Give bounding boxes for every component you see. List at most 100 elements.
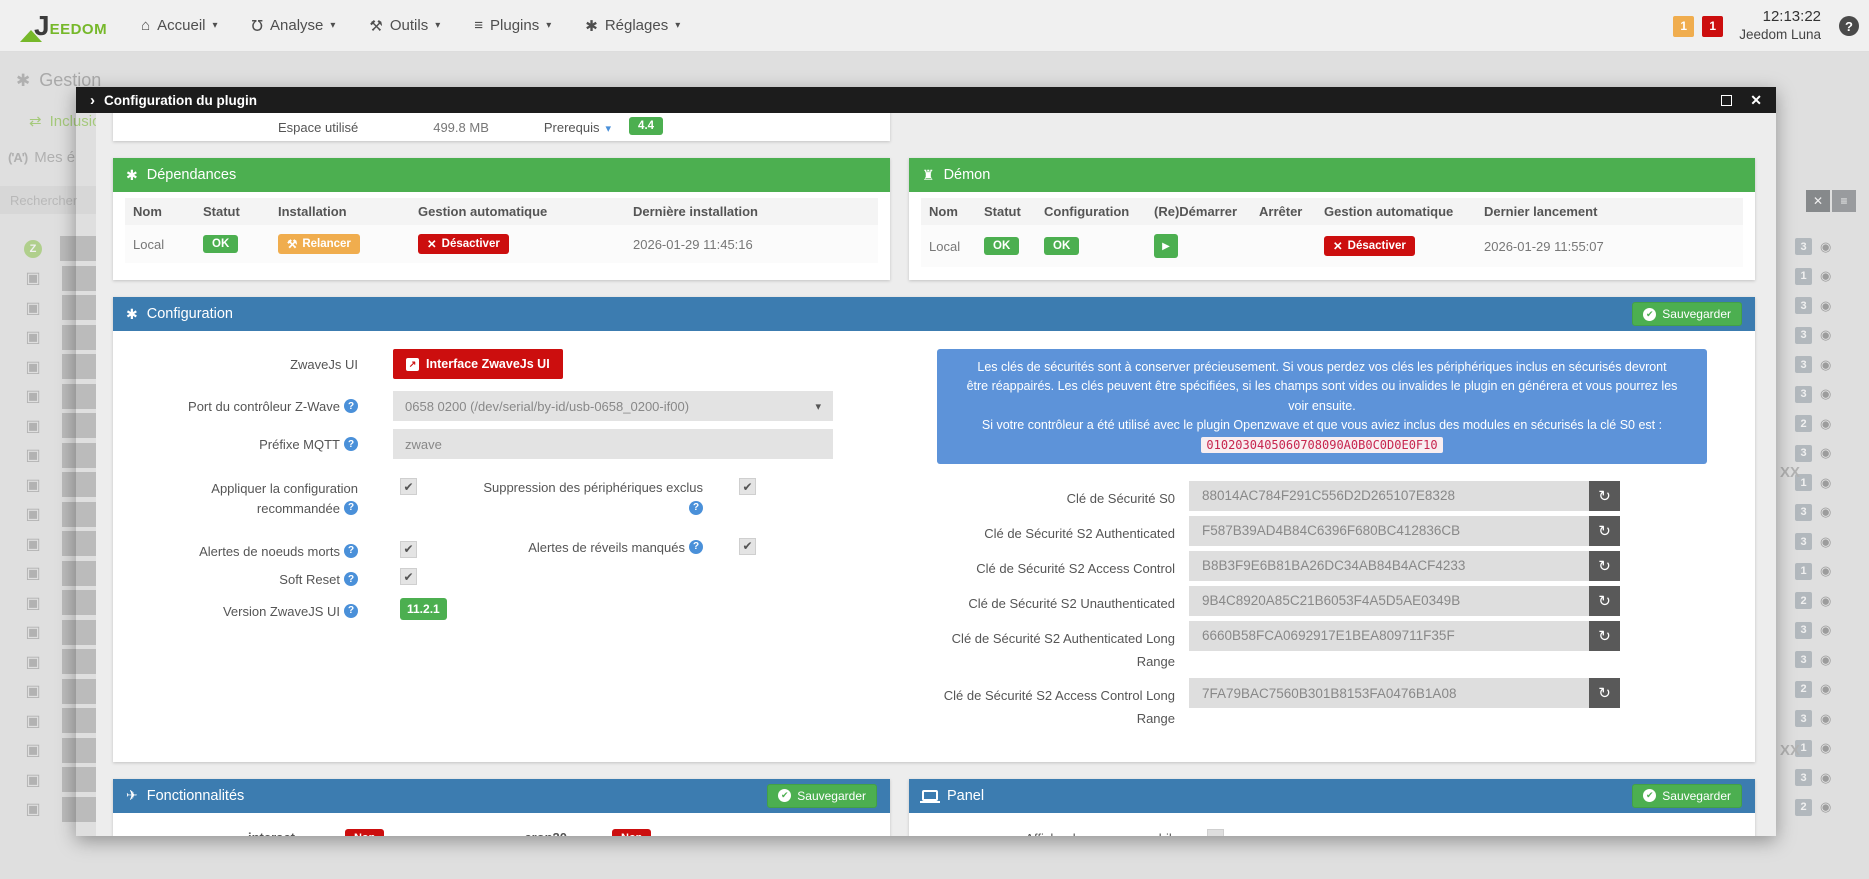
menu-label: Réglages bbox=[604, 17, 669, 34]
eye-icon[interactable]: ◉ bbox=[1820, 799, 1831, 815]
disable-button[interactable]: ✕ Désactiver bbox=[418, 234, 509, 254]
eye-icon[interactable]: ◉ bbox=[1820, 357, 1831, 373]
eye-icon[interactable]: ◉ bbox=[1820, 475, 1831, 491]
help-icon[interactable]: ? bbox=[344, 543, 358, 558]
eye-icon[interactable]: ◉ bbox=[1820, 534, 1831, 550]
mqtt-prefix-label: Préfixe MQTT? bbox=[113, 429, 358, 455]
help-icon[interactable]: ? bbox=[344, 437, 358, 451]
feature-toggle-badge[interactable]: Non bbox=[612, 828, 652, 836]
help-icon[interactable]: ? bbox=[344, 572, 358, 587]
device-icon: ▣ bbox=[25, 801, 41, 819]
help-icon[interactable]: ? bbox=[344, 399, 358, 413]
wrench-icon: ⚒ bbox=[369, 17, 383, 35]
jeedom-logo[interactable]: J EEDOM bbox=[12, 11, 107, 43]
count-badge: 3 bbox=[1795, 297, 1812, 315]
eye-icon[interactable]: ◉ bbox=[1820, 239, 1831, 255]
key-label: Clé de Sécurité S2 Access Control bbox=[976, 560, 1175, 576]
s2-unauthenticated-key-input[interactable]: 9B4C8920A85C21B6053F4A5D5AE0349B bbox=[1189, 585, 1589, 616]
eye-icon[interactable]: ◉ bbox=[1820, 504, 1831, 520]
regenerate-key-button[interactable]: ↻ bbox=[1589, 550, 1620, 581]
eye-icon[interactable]: ◉ bbox=[1820, 563, 1831, 579]
help-icon[interactable]: ? bbox=[689, 539, 703, 554]
mqtt-prefix-input[interactable]: zwave bbox=[393, 429, 833, 459]
regenerate-key-button[interactable]: ↻ bbox=[1589, 585, 1620, 616]
apply-config-checkbox[interactable]: ✔ bbox=[400, 478, 417, 495]
eye-icon[interactable]: ◉ bbox=[1820, 711, 1831, 727]
eye-icon[interactable]: ◉ bbox=[1820, 445, 1831, 461]
zwavejs-ui-label: ZwaveJs UI bbox=[290, 357, 358, 372]
relaunch-button[interactable]: ⚒ Relancer bbox=[278, 234, 360, 254]
close-icon[interactable]: ✕ bbox=[1806, 190, 1830, 212]
s2-auth-long-range-key-input[interactable]: 6660B58FCA0692917E1BEA809711F35F bbox=[1189, 620, 1589, 651]
hamburger-icon[interactable]: ≡ bbox=[1832, 190, 1856, 212]
eye-icon[interactable]: ◉ bbox=[1820, 386, 1831, 402]
menu-reglages[interactable]: ✱ Réglages ▾ bbox=[585, 17, 680, 35]
feature-toggle-badge[interactable]: Non bbox=[344, 828, 385, 836]
menu-label: Outils bbox=[389, 17, 429, 34]
device-icon: ▣ bbox=[25, 712, 41, 730]
node-xx-label: XX bbox=[1780, 464, 1801, 481]
eye-icon[interactable]: ◉ bbox=[1820, 268, 1831, 284]
mobile-panel-checkbox[interactable] bbox=[1207, 828, 1224, 836]
space-used-label: Espace utilisé bbox=[278, 120, 359, 135]
eye-icon[interactable]: ◉ bbox=[1820, 416, 1831, 432]
zwave-port-select[interactable]: 0658 0200 (/dev/serial/by-id/usb-0658_02… bbox=[393, 391, 833, 421]
eye-icon[interactable]: ◉ bbox=[1820, 681, 1831, 697]
dependencies-header: ✱ Dépendances bbox=[113, 158, 890, 192]
menu-label: Analyse bbox=[270, 17, 324, 34]
save-button[interactable]: ✔ Sauvegarder bbox=[1632, 302, 1742, 326]
eye-icon[interactable]: ◉ bbox=[1820, 593, 1831, 609]
warning-count-badge[interactable]: 1 bbox=[1673, 15, 1695, 37]
eye-icon[interactable]: ◉ bbox=[1820, 298, 1831, 314]
count-badge: 1 bbox=[1795, 267, 1812, 285]
error-count-badge[interactable]: 1 bbox=[1702, 15, 1724, 37]
eye-icon[interactable]: ◉ bbox=[1820, 327, 1831, 343]
soft-reset-checkbox[interactable]: ✔ bbox=[400, 568, 417, 586]
device-icon: ▣ bbox=[25, 388, 41, 406]
user-name: Jeedom Luna bbox=[1739, 26, 1821, 42]
key-label: Clé de Sécurité S2 Authenticated Long Ra… bbox=[951, 630, 1175, 669]
regenerate-key-button[interactable]: ↻ bbox=[1589, 480, 1620, 511]
start-daemon-button[interactable]: ▶ bbox=[1154, 234, 1178, 258]
equipments-label: Mes é bbox=[34, 149, 76, 166]
dead-nodes-label: Alertes de noeuds morts? bbox=[113, 536, 358, 562]
help-icon[interactable]: ? bbox=[344, 500, 358, 515]
bg-window-buttons: ✕ ≡ bbox=[1806, 190, 1856, 212]
menu-accueil[interactable]: ⌂ Accueil ▾ bbox=[141, 17, 217, 34]
missed-wakeups-checkbox[interactable]: ✔ bbox=[739, 537, 756, 555]
eye-icon[interactable]: ◉ bbox=[1820, 740, 1831, 756]
menu-plugins[interactable]: ≡ Plugins ▾ bbox=[474, 17, 551, 34]
save-button[interactable]: ✔ Sauvegarder bbox=[767, 783, 877, 808]
s2-ac-long-range-key-input[interactable]: 7FA79BAC7560B301B8153FA0476B1A08 bbox=[1189, 678, 1589, 709]
help-icon[interactable]: ? bbox=[689, 500, 703, 515]
s0-key-input[interactable]: 88014AC784F291C556D2D265107E8328 bbox=[1189, 480, 1589, 511]
gears-icon: ✱ bbox=[126, 305, 138, 322]
regenerate-key-button[interactable]: ↻ bbox=[1589, 515, 1620, 546]
menu-outils[interactable]: ⚒ Outils ▾ bbox=[369, 17, 440, 35]
disable-button[interactable]: ✕ Désactiver bbox=[1324, 236, 1415, 256]
help-icon[interactable]: ? bbox=[1839, 16, 1859, 36]
close-icon: ✕ bbox=[427, 239, 437, 251]
chevron-down-icon: ▾ bbox=[435, 20, 441, 31]
help-icon[interactable]: ? bbox=[344, 603, 358, 618]
cog-icon: ✱ bbox=[126, 166, 138, 183]
missed-wakeups-label: Alertes de réveils manqués? bbox=[445, 536, 703, 559]
s2-authenticated-key-input[interactable]: F587B39AD4B84C6396F680BC412836CB bbox=[1189, 515, 1589, 546]
device-icon: ▣ bbox=[25, 447, 41, 465]
menu-analyse[interactable]: ℧ Analyse ▾ bbox=[252, 17, 336, 35]
eye-icon[interactable]: ◉ bbox=[1820, 622, 1831, 638]
feature-label: cron20 bbox=[524, 830, 567, 836]
save-button[interactable]: ✔ Sauvegarder bbox=[1632, 783, 1742, 808]
regenerate-key-button[interactable]: ↻ bbox=[1589, 620, 1620, 651]
close-icon[interactable]: ✕ bbox=[1750, 92, 1762, 109]
remove-excluded-checkbox[interactable]: ✔ bbox=[739, 478, 756, 495]
eye-icon[interactable]: ◉ bbox=[1820, 652, 1831, 668]
eye-icon[interactable]: ◉ bbox=[1820, 770, 1831, 786]
open-zwavejs-ui-button[interactable]: ↗ Interface ZwaveJs UI bbox=[393, 349, 563, 379]
menu-label: Accueil bbox=[157, 17, 206, 34]
s2-access-control-key-input[interactable]: B8B3F9E6B81BA26DC34AB84B4ACF4233 bbox=[1189, 550, 1589, 581]
maximize-icon[interactable] bbox=[1721, 94, 1733, 106]
chevron-down-icon[interactable]: ▾ bbox=[606, 122, 612, 135]
regenerate-key-button[interactable]: ↻ bbox=[1589, 678, 1620, 709]
dead-nodes-checkbox[interactable]: ✔ bbox=[400, 540, 417, 558]
